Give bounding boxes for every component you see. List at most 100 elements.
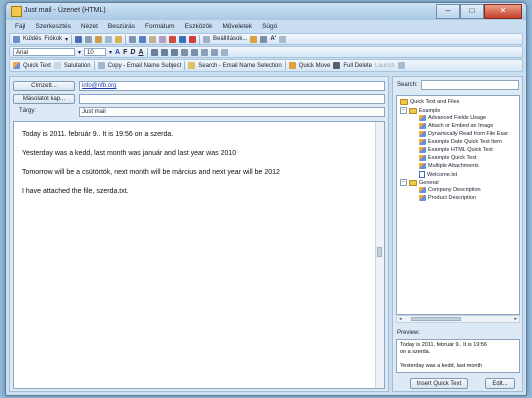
cut-icon[interactable]: [95, 35, 103, 43]
toolbar-options-icon[interactable]: [279, 35, 287, 43]
tree-root-label: Quick Text and Files: [410, 99, 460, 105]
minimize-button[interactable]: –: [436, 4, 460, 19]
bullets-icon[interactable]: [190, 48, 198, 56]
accounts-dropdown-icon[interactable]: ▾: [65, 36, 68, 43]
font-name-select[interactable]: Arial: [13, 48, 75, 56]
attach-item-icon[interactable]: [159, 35, 167, 43]
launch-button[interactable]: Launch: [375, 63, 395, 69]
insert-quick-text-button[interactable]: Insert Quick Text: [410, 378, 468, 389]
align-left-icon[interactable]: [150, 48, 158, 56]
tree-item[interactable]: Example Quick Text: [419, 155, 477, 161]
tree-item[interactable]: Attach or Embed an Image: [419, 123, 493, 129]
align-center-icon[interactable]: [160, 48, 168, 56]
high-importance-icon[interactable]: [169, 35, 177, 43]
menu-insert[interactable]: Beszúrás: [108, 21, 135, 32]
tree-folder-label: General: [419, 179, 439, 186]
follow-up-flag-icon[interactable]: [189, 35, 197, 43]
title-bar[interactable]: Just mail - Üzenet (HTML) – □ ✕: [6, 3, 526, 20]
search-button[interactable]: Search - Email Name Selection: [198, 63, 281, 69]
font-name-dropdown-icon[interactable]: ▾: [78, 49, 81, 56]
body-scrollbar[interactable]: [375, 122, 384, 388]
menu-help[interactable]: Súgó: [262, 21, 277, 32]
body-line: I have attached the file, szerda.txt.: [22, 188, 129, 195]
font-size-select[interactable]: 10: [84, 48, 107, 56]
font-color-icon[interactable]: A: [115, 49, 120, 56]
send-button[interactable]: Küldés: [23, 36, 41, 42]
formatting-toolbar: Arial ▾ 10 ▾ A F D A: [9, 46, 523, 58]
to-button[interactable]: Címzett...: [13, 81, 75, 91]
scroll-left-icon[interactable]: ◂: [399, 316, 402, 322]
low-importance-icon[interactable]: [179, 35, 187, 43]
paste-icon[interactable]: [115, 35, 123, 43]
decrease-indent-icon[interactable]: [200, 48, 208, 56]
tree-item[interactable]: Welcome.txt: [419, 171, 457, 178]
save-icon[interactable]: [75, 35, 83, 43]
tree-item-label: Dynamically Read from File Exar: [428, 131, 509, 137]
cc-row: Másolatot kap...: [13, 94, 387, 104]
menu-file[interactable]: Fájl: [15, 21, 25, 32]
bold-icon[interactable]: F: [123, 49, 127, 56]
search-input[interactable]: [421, 80, 519, 90]
quick-text-button[interactable]: Quick Text: [23, 63, 51, 69]
tree-folder-general[interactable]: − General: [400, 179, 439, 186]
quick-text-icon: [13, 62, 20, 69]
maximize-button[interactable]: □: [460, 4, 484, 19]
tree-item[interactable]: Company Description: [419, 187, 481, 193]
tree-item[interactable]: Multiple Attachments: [419, 163, 479, 169]
menu-format[interactable]: Formátum: [145, 21, 175, 32]
increase-indent-icon[interactable]: [210, 48, 218, 56]
settings-icon[interactable]: [397, 62, 405, 69]
menu-edit[interactable]: Szerkesztés: [35, 21, 70, 32]
tree-item[interactable]: Dynamically Read from File Exar: [419, 131, 508, 137]
menu-bar: Fájl Szerkesztés Nézet Beszúrás Formátum…: [9, 21, 523, 32]
menu-actions[interactable]: Műveletek: [222, 21, 252, 32]
folder-icon: [409, 179, 417, 186]
tree-root[interactable]: Quick Text and Files: [400, 99, 459, 105]
menu-view[interactable]: Nézet: [81, 21, 98, 32]
cc-button[interactable]: Másolatot kap...: [13, 94, 75, 104]
menu-tools[interactable]: Eszközök: [185, 21, 213, 32]
font-size-dropdown-icon[interactable]: ▾: [109, 49, 112, 56]
full-delete-button[interactable]: Full Delete: [343, 63, 372, 69]
body-scrollbar-thumb[interactable]: [377, 247, 382, 257]
tree-horizontal-scrollbar[interactable]: ◂ ▸: [396, 315, 520, 323]
tree-item[interactable]: Advanced Fields Usage: [419, 115, 486, 121]
font-size-icon[interactable]: A': [270, 36, 276, 42]
align-right-icon[interactable]: [170, 48, 178, 56]
address-book-icon[interactable]: [129, 35, 137, 43]
underline-icon[interactable]: A: [138, 49, 143, 56]
toolbar-separator: [93, 61, 95, 70]
signature-icon[interactable]: [250, 35, 258, 43]
tree-item[interactable]: Example HTML Quick Text: [419, 147, 493, 153]
collapse-icon[interactable]: −: [400, 107, 407, 114]
print-icon[interactable]: [85, 35, 93, 43]
collapse-icon[interactable]: −: [400, 179, 407, 186]
copy-details-button[interactable]: Copy - Email Name Subject: [108, 63, 182, 69]
subject-row: Tárgy: Just mail: [13, 107, 387, 117]
tree-folder-example[interactable]: − Example: [400, 107, 440, 114]
copy-icon[interactable]: [105, 35, 113, 43]
numbering-icon[interactable]: [180, 48, 188, 56]
search-icon: [188, 62, 196, 69]
tree-item-label: Advanced Fields Usage: [428, 115, 487, 121]
salutation-button[interactable]: Salutation: [64, 63, 91, 69]
options-icon[interactable]: [203, 35, 211, 43]
options-button[interactable]: Beállítások...: [213, 36, 247, 42]
scroll-right-icon[interactable]: ▸: [514, 316, 517, 322]
cc-field[interactable]: [79, 94, 385, 104]
tree-scrollbar-thumb[interactable]: [411, 317, 461, 321]
tree-item[interactable]: Example Date Quick Text Item: [419, 139, 502, 145]
format-icon[interactable]: [260, 35, 268, 43]
accounts-button[interactable]: Fiókok: [44, 36, 62, 42]
quick-move-button[interactable]: Quick Move: [299, 63, 331, 69]
message-body[interactable]: Today is 2011. február 9.. It is 19:56 o…: [13, 121, 385, 389]
edit-button[interactable]: Edit...: [485, 378, 515, 389]
subject-field[interactable]: Just mail: [79, 107, 385, 117]
horizontal-line-icon[interactable]: [220, 48, 228, 56]
close-button[interactable]: ✕: [484, 4, 522, 19]
attach-file-icon[interactable]: [149, 35, 157, 43]
italic-icon[interactable]: D: [130, 49, 135, 56]
check-names-icon[interactable]: [139, 35, 147, 43]
to-field[interactable]: info@nfb.org: [79, 81, 385, 91]
tree-item[interactable]: Product Description: [419, 195, 476, 201]
